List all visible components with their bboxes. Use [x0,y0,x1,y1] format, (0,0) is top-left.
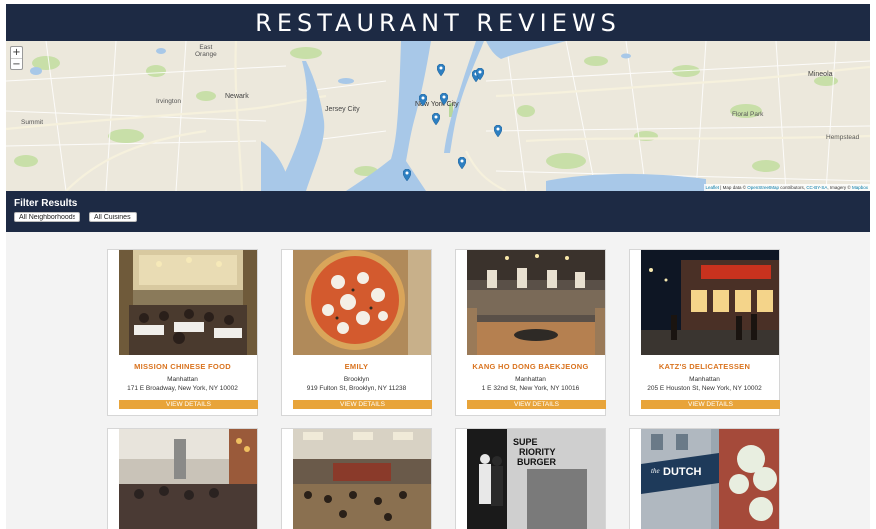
restaurant-address: 205 E Houston St, New York, NY 10002 [647,385,762,392]
site-header: RESTAURANT REVIEWS [6,4,870,41]
map-label-floral-park: Floral Park [732,111,764,118]
map-label-jersey-city: Jersey City [325,106,360,113]
view-details-button[interactable]: VIEW DETAILS [119,400,258,409]
restaurant-card: MISSION CHINESE FOOD Manhattan 171 E Bro… [107,249,258,416]
restaurant-photo [119,429,257,529]
restaurant-card: KATZ'S DELICATESSEN Manhattan 205 E Hous… [629,249,780,416]
filter-panel: Filter Results All Neighborhoods All Cui… [6,191,870,232]
attribution-text: | Map data © [719,185,748,190]
restaurant-photo [293,429,431,529]
ccbysa-link[interactable]: CC-BY-SA [806,185,827,190]
map-marker-icon[interactable] [440,93,448,105]
superiority-sign-line1: SUPE [513,437,538,447]
zoom-control: + − [10,46,23,70]
map-label-east-orange: East Orange [195,44,217,58]
cuisine-select[interactable]: All Cuisines [89,212,137,222]
restaurant-card [107,428,258,529]
map-label-hempstead: Hempstead [826,134,860,141]
restaurant-neighborhood: Brooklyn [343,376,370,383]
mapbox-link[interactable]: Mapbox [852,185,868,190]
map-marker-icon[interactable] [458,157,466,169]
leaflet-link[interactable]: Leaflet [706,185,720,190]
restaurant-neighborhood: Manhattan [515,376,546,383]
map-marker-icon[interactable] [403,169,411,181]
map-marker-icon[interactable] [432,113,440,125]
restaurant-address: 171 E Broadway, New York, NY 10002 [127,385,238,392]
restaurant-address: 919 Fulton St, Brooklyn, NY 11238 [306,385,407,392]
osm-link[interactable]: OpenStreetMap [747,185,779,190]
view-details-button[interactable]: VIEW DETAILS [641,400,780,409]
restaurant-photo [467,250,605,355]
map-attribution: Leaflet | Map data © OpenStreetMap contr… [703,184,870,191]
restaurant-name: KANG HO DONG BAEKJEONG [472,362,589,371]
restaurant-card: the DUTCH [629,428,780,529]
dutch-sign-the: the [651,467,660,475]
neighborhood-select[interactable]: All Neighborhoods [14,212,80,222]
map[interactable]: East Orange Newark Irvington Summit Jers… [6,41,870,191]
restaurant-neighborhood: Manhattan [167,376,198,383]
restaurant-card: SUPE RIORITY BURGER [455,428,606,529]
restaurant-neighborhood: Manhattan [689,376,720,383]
attribution-contributors: contributors, [779,185,807,190]
restaurant-card: KANG HO DONG BAEKJEONG Manhattan 1 E 32n… [455,249,606,416]
map-marker-icon[interactable] [419,94,427,106]
restaurant-list: MISSION CHINESE FOOD Manhattan 171 E Bro… [6,232,870,529]
map-label-mineola: Mineola [808,71,833,78]
superiority-sign-line2: RIORITY [519,447,556,457]
restaurant-photo: the DUTCH [641,429,779,529]
page-title: RESTAURANT REVIEWS [255,8,621,37]
attribution-imagery: , Imagery © [827,185,852,190]
map-label-newark: Newark [225,93,249,100]
zoom-in-button[interactable]: + [11,47,22,58]
map-marker-icon[interactable] [437,64,445,76]
restaurant-address: 1 E 32nd St, New York, NY 10016 [481,385,580,392]
restaurant-photo [641,250,779,355]
map-marker-icon[interactable] [476,68,484,80]
map-label-orange: Orange [195,51,217,58]
dutch-sign: DUTCH [663,466,702,478]
map-marker-icon[interactable] [494,125,502,137]
view-details-button[interactable]: VIEW DETAILS [467,400,606,409]
map-label-east: East [199,44,213,51]
restaurant-card: EMILY Brooklyn 919 Fulton St, Brooklyn, … [281,249,432,416]
view-details-button[interactable]: VIEW DETAILS [293,400,432,409]
map-label-summit: Summit [21,119,44,126]
zoom-out-button[interactable]: − [11,58,22,70]
app-frame: RESTAURANT REVIEWS East Orange Newark Ir… [6,4,870,529]
filter-heading: Filter Results [14,198,78,209]
map-label-irvington: Irvington [156,98,181,105]
restaurant-photo [293,250,431,355]
restaurant-photo: SUPE RIORITY BURGER [467,429,605,529]
restaurant-name: MISSION CHINESE FOOD [134,362,231,371]
restaurant-name: EMILY [344,362,369,371]
superiority-sign-line3: BURGER [517,457,557,467]
restaurant-photo [119,250,257,355]
restaurant-name: KATZ'S DELICATESSEN [658,362,751,371]
restaurant-card [281,428,432,529]
